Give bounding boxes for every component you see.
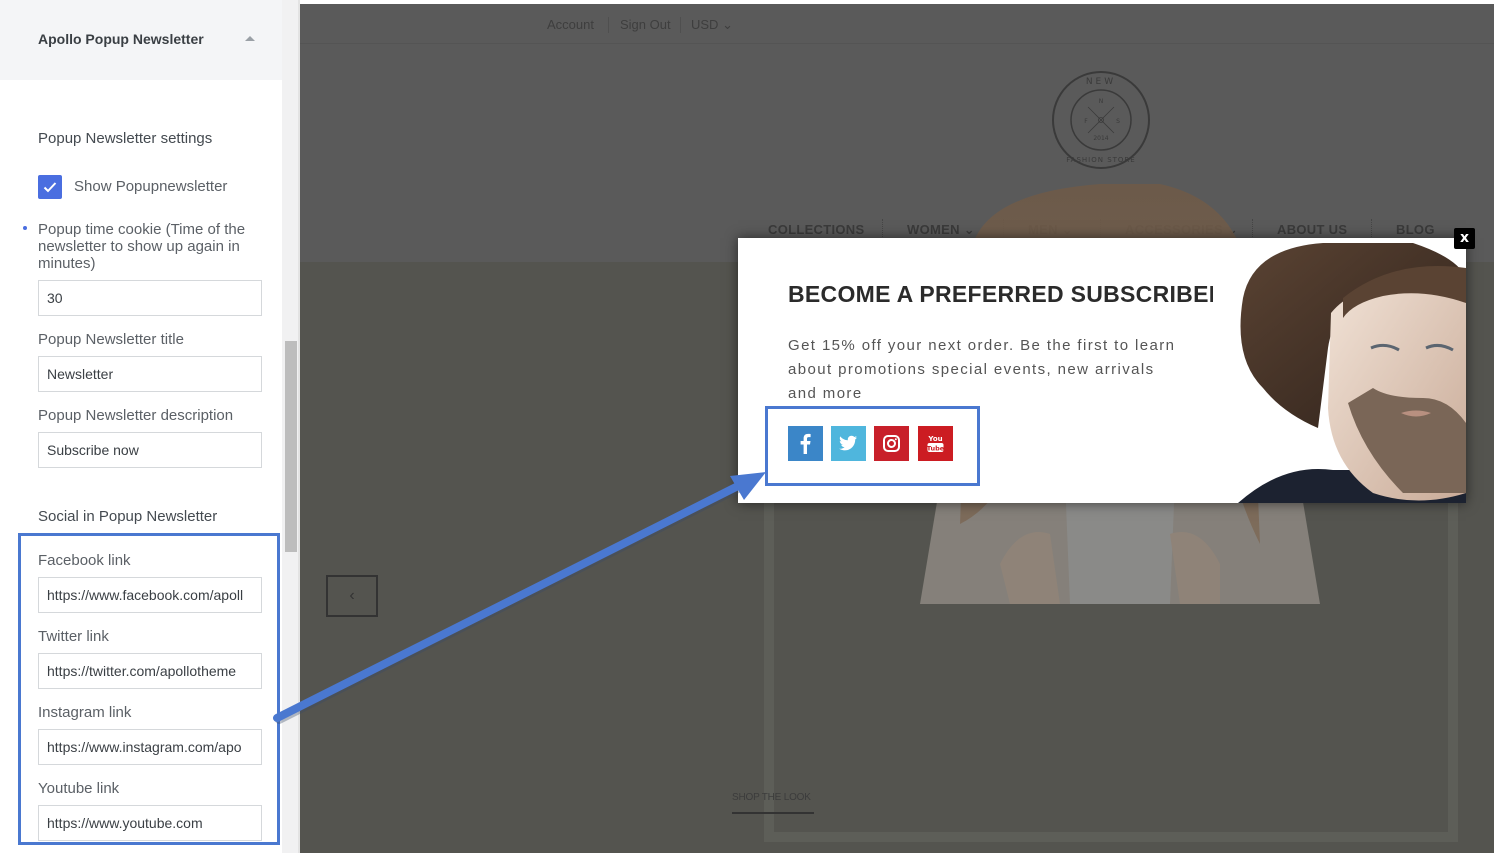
facebook-link-label: Facebook link — [38, 552, 131, 569]
cookie-time-label: Popup time cookie (Time of the newslette… — [38, 221, 246, 272]
currency-value: USD — [691, 17, 719, 32]
instagram-link-input[interactable] — [38, 729, 262, 765]
sign-out-link[interactable]: Sign Out — [620, 17, 671, 32]
checkmark-icon — [43, 182, 57, 193]
logo-letter-s: S — [1116, 118, 1120, 125]
twitter-link-input[interactable] — [38, 653, 262, 689]
newsletter-title-label: Popup Newsletter title — [38, 331, 184, 348]
svg-text:You: You — [927, 435, 942, 443]
social-heading: Social in Popup Newsletter — [38, 508, 218, 525]
slider-prev-button[interactable]: ‹ — [326, 575, 378, 617]
collapse-caret-icon[interactable] — [245, 36, 255, 41]
popup-description: Get 15% off your next order. Be the firs… — [788, 337, 1176, 402]
twitter-button[interactable] — [831, 426, 866, 461]
settings-heading: Popup Newsletter settings — [38, 130, 213, 147]
facebook-icon — [788, 426, 823, 461]
facebook-button[interactable] — [788, 426, 823, 461]
section-title: Apollo Popup Newsletter — [38, 31, 204, 47]
modified-indicator-dot — [23, 226, 27, 230]
newsletter-description-label: Popup Newsletter description — [38, 407, 234, 424]
account-link[interactable]: Account — [547, 17, 594, 32]
logo-letter-n: N — [1099, 98, 1104, 105]
show-popup-checkbox[interactable] — [38, 175, 62, 199]
instagram-link-label: Instagram link — [38, 704, 132, 721]
svg-text:Tube: Tube — [927, 445, 945, 453]
newsletter-popup: BECOME A PREFERRED SUBSCRIBER Get 15% of… — [738, 238, 1466, 503]
show-popup-label: Show Popupnewsletter — [74, 178, 228, 195]
newsletter-description-input[interactable] — [38, 432, 262, 468]
popup-title: BECOME A PREFERRED SUBSCRIBER — [788, 281, 1226, 307]
topbar-separator — [680, 17, 681, 33]
youtube-icon: You Tube — [918, 426, 953, 461]
store-topbar: Account Sign Out USD ⌄ — [300, 4, 1494, 44]
youtube-link-label: Youtube link — [38, 780, 120, 797]
cookie-time-input[interactable] — [38, 280, 262, 316]
popup-model-image — [1213, 238, 1466, 503]
youtube-link-input[interactable] — [38, 805, 262, 841]
instagram-button[interactable] — [874, 426, 909, 461]
chevron-left-icon: ‹ — [349, 587, 355, 604]
shop-the-look-link[interactable]: SHOP THE LOOK — [732, 792, 811, 803]
section-header[interactable]: Apollo Popup Newsletter — [0, 0, 282, 80]
scrollbar-thumb[interactable] — [285, 341, 297, 552]
currency-selector[interactable]: USD ⌄ — [691, 17, 733, 33]
logo-top-text: NEW — [1086, 77, 1116, 87]
newsletter-title-input[interactable] — [38, 356, 262, 392]
youtube-button[interactable]: You Tube — [918, 426, 953, 461]
store-logo[interactable]: NEW N F S 2014 FASHION STORE — [1051, 70, 1151, 170]
facebook-link-input[interactable] — [38, 577, 262, 613]
twitter-icon — [831, 426, 866, 461]
instagram-icon — [874, 426, 909, 461]
shop-the-look-underline — [732, 812, 814, 814]
settings-sidebar: Apollo Popup Newsletter Popup Newsletter… — [0, 0, 300, 853]
twitter-link-label: Twitter link — [38, 628, 109, 645]
chevron-down-icon: ⌄ — [722, 17, 733, 32]
logo-bottom-text: FASHION STORE — [1066, 156, 1135, 164]
logo-year: 2014 — [1093, 135, 1108, 142]
topbar-separator — [608, 17, 609, 33]
popup-close-button[interactable]: x — [1454, 228, 1475, 249]
logo-letter-f: F — [1084, 118, 1088, 125]
